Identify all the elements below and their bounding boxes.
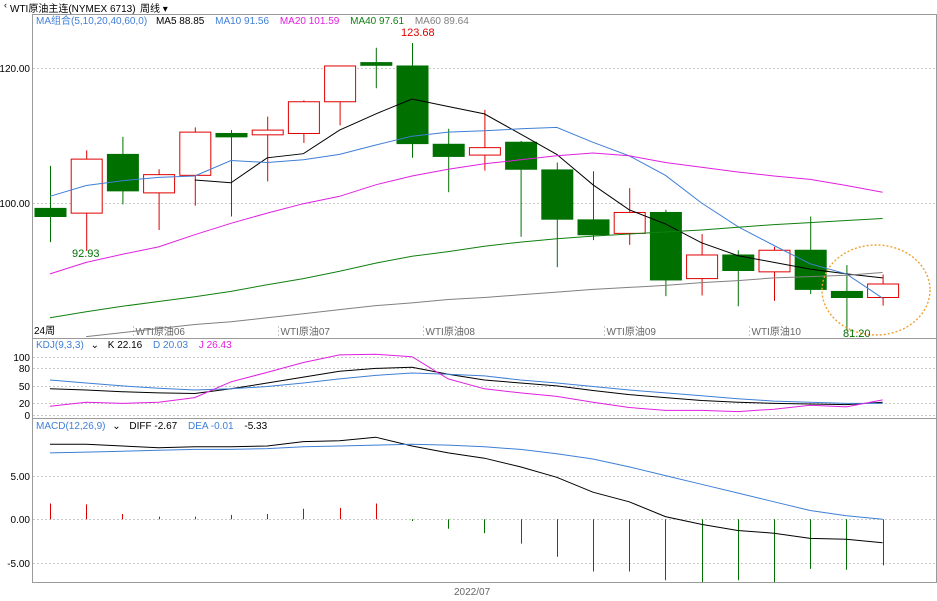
period-count-label: 24周 xyxy=(34,325,55,337)
macd-tick-label: 0.00 xyxy=(11,515,31,526)
candle xyxy=(396,43,429,158)
kdj-tick-label: 80 xyxy=(19,364,31,375)
kdj-legend-group[interactable]: KDJ(9,3,3) xyxy=(36,340,84,351)
low-right-annotation: 81.20 xyxy=(843,328,871,340)
ma-ma40-line xyxy=(49,218,883,319)
kdj-tick-label: 0 xyxy=(24,411,30,422)
candle xyxy=(577,171,610,241)
ma60-legend: MA60 89.64 xyxy=(415,16,469,27)
high-annotation: 123.68 xyxy=(401,27,435,39)
ma-ma10-line xyxy=(49,126,883,299)
candle-body xyxy=(613,211,646,234)
candles xyxy=(34,43,900,330)
x-tick-label: WTI原油08 xyxy=(426,325,476,338)
k-legend: K 22.16 xyxy=(108,340,143,351)
candle xyxy=(649,209,682,297)
candle xyxy=(613,188,646,245)
candle-body xyxy=(396,65,429,145)
main-legend-group[interactable]: MA组合(5,10,20,40,60,0) xyxy=(36,14,147,27)
candle-body xyxy=(830,290,863,298)
ma-ma20-line xyxy=(49,152,883,275)
candle-body xyxy=(215,132,248,138)
candle-body xyxy=(432,143,465,157)
main-legend: MA组合(5,10,20,40,60,0) MA5 88.85 MA10 91.… xyxy=(36,14,469,27)
candle xyxy=(794,216,827,295)
candle-body xyxy=(505,141,538,170)
diff-legend: DIFF -2.67 xyxy=(129,421,177,432)
x-tick-label: WTI原油06 xyxy=(136,325,186,338)
candle-body xyxy=(794,249,827,290)
candle-body xyxy=(251,129,284,136)
ma5-legend: MA5 88.85 xyxy=(156,16,205,27)
j-legend: J 26.43 xyxy=(199,340,232,351)
candle-body xyxy=(468,147,501,156)
candle-body xyxy=(541,169,574,220)
ma40-legend: MA40 97.61 xyxy=(350,16,404,27)
candle-body xyxy=(649,211,682,281)
kdj-tick-label: 20 xyxy=(19,399,31,410)
candlestick-chart[interactable]: 100.00 120.00 020 50 80100 5.00 0.00 -5.00 WTI原… xyxy=(0,0,937,601)
macd-legend-group[interactable]: MACD(12,26,9) xyxy=(36,421,105,432)
candle xyxy=(106,136,139,205)
macd-tick-label: -5.00 xyxy=(7,559,30,570)
chevron-down-icon[interactable]: ⌄ xyxy=(91,340,99,351)
x-tick-label: WTI原油09 xyxy=(607,325,657,338)
macd-histogram xyxy=(50,503,884,582)
kdj-tick-label: 100 xyxy=(13,353,30,364)
candle xyxy=(505,140,538,237)
candle-body xyxy=(179,131,212,176)
x-tick-label: WTI原油10 xyxy=(752,325,802,338)
candle xyxy=(432,128,465,193)
candle xyxy=(468,109,501,171)
candle-body xyxy=(758,249,791,273)
d-legend: D 20.03 xyxy=(153,340,188,351)
candle-body xyxy=(686,254,719,280)
kdj-legend: KDJ(9,3,3) ⌄ K 22.16 D 20.03 J 26.43 xyxy=(36,340,232,351)
moving-average-lines xyxy=(49,98,883,338)
x-tick-label: WTI原油07 xyxy=(281,325,331,338)
kdj-k-line xyxy=(49,366,883,406)
candle xyxy=(70,150,103,251)
macd-tick-label: 5.00 xyxy=(11,472,31,483)
candle xyxy=(541,162,574,268)
candle-body xyxy=(324,65,357,103)
candle xyxy=(867,274,900,306)
chevron-down-icon[interactable]: ⌄ xyxy=(112,421,120,432)
macd-value-legend: -5.33 xyxy=(244,421,267,432)
candle-body xyxy=(106,153,139,192)
price-tick-label: 120.00 xyxy=(0,64,30,75)
date-label: 2022/07 xyxy=(454,587,491,598)
y-axis-labels: 100.00 120.00 020 50 80100 5.00 0.00 -5.00 xyxy=(0,64,30,570)
low-left-annotation: 92.93 xyxy=(72,248,100,260)
candle xyxy=(34,165,67,243)
candle-body xyxy=(287,101,320,134)
price-tick-label: 100.00 xyxy=(0,199,30,210)
ma10-legend: MA10 91.56 xyxy=(215,16,269,27)
candle-body xyxy=(577,219,610,236)
kdj-tick-label: 50 xyxy=(19,382,31,393)
ma20-legend: MA20 101.59 xyxy=(280,16,340,27)
macd-diff-line xyxy=(50,436,883,544)
candle xyxy=(758,246,791,301)
macd-lines xyxy=(49,436,883,544)
candle xyxy=(722,250,755,307)
panel-frames xyxy=(32,14,937,583)
candle xyxy=(179,127,212,206)
x-axis-labels: WTI原油06 WTI原油07 WTI原油08 WTI原油09 WTI原油10 xyxy=(136,325,802,338)
candle xyxy=(251,116,284,182)
candle xyxy=(324,65,357,126)
candle-body xyxy=(70,158,103,214)
dea-legend: DEA -0.01 xyxy=(188,421,234,432)
candle-body xyxy=(34,207,67,217)
candle-body xyxy=(360,62,393,66)
candle xyxy=(287,100,320,143)
macd-legend: MACD(12,26,9) ⌄ DIFF -2.67 DEA -0.01 -5.… xyxy=(36,421,268,432)
